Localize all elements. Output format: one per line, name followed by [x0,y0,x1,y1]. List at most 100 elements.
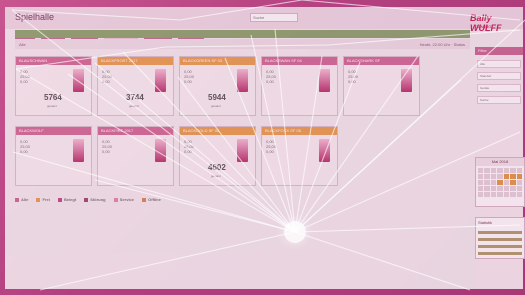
legend-item: Störung [84,197,106,202]
legend-label: Offline [148,197,161,202]
card-caption: gesamt [211,174,221,178]
calendar-day[interactable] [478,180,484,185]
legend-label: Störung [90,197,106,202]
calendar-day[interactable] [503,192,510,197]
device-card[interactable]: BLACKFIRE 2017 0,00 25,00 0,00 [97,126,174,186]
device-card[interactable]: BLAUSCHWAN 0,00 25,00 0,00 5764 gesamt [15,56,92,116]
tab-bar: Start Geräte Personal Buchhaltung Übersi… [15,30,470,46]
calendar-widget[interactable]: Mai 2018 [475,157,525,207]
stats-title: Statistik [478,220,493,225]
calendar-day[interactable] [478,186,484,191]
status-text: Heute, 22:00 Uhr · Status [419,42,465,47]
calendar-day[interactable] [478,168,484,173]
calendar-day[interactable] [497,186,503,191]
stats-panel: Statistik [475,217,525,259]
legend-item: Belegt [57,197,76,202]
calendar-day[interactable] [510,186,516,191]
legend-label: Service [119,197,134,202]
card-metrics: 0,00 25,00 0,00 [102,139,130,154]
legend-swatch [36,197,41,202]
calendar-day[interactable] [497,180,503,185]
metric-value: 0,00 [20,149,28,154]
card-title: BLAUSCHWAN [16,57,91,65]
calendar-day[interactable] [516,186,522,191]
calendar-day[interactable] [490,186,497,191]
calendar-day[interactable] [503,180,510,185]
calendar-day[interactable] [510,174,516,179]
metric-value: 0,00 [266,149,274,154]
search-input[interactable]: Suche [250,13,298,22]
device-card[interactable]: BLACKSHARK SF 0,00 25,00 0,00 [343,56,420,116]
card-caption: gesamt [129,104,139,108]
brand-title: Spielhalle [15,12,55,22]
card-metrics: 0,00 25,00 0,00 [20,139,48,154]
brand-logo-sub: GAMING [475,24,492,29]
legend-swatch [15,197,19,202]
calendar-days [476,166,524,199]
calendar-day[interactable] [484,186,490,191]
calendar-day[interactable] [478,174,484,179]
card-total: 5944 [208,93,226,102]
calendar-day[interactable] [490,180,497,185]
calendar-day[interactable] [503,174,510,179]
card-title: BLACKSWAN SF 04 [262,57,337,65]
calendar-day[interactable] [516,174,522,179]
calendar-day[interactable] [484,168,490,173]
legend-item: Frei [36,197,50,202]
filter-field[interactable]: Suche [477,96,521,104]
calendar-day[interactable] [497,168,503,173]
device-card[interactable]: BLACKFROST 2017 0,00 25,00 0,00 3744 ges… [97,56,174,116]
filter-field[interactable]: Geräte [477,84,521,92]
filter-field[interactable]: Alle [477,60,521,68]
calendar-day[interactable] [490,174,497,179]
card-caption: gesamt [47,104,57,108]
calendar-day[interactable] [516,168,522,173]
legend-item: Service [113,197,134,202]
filter-field[interactable]: Standort [477,72,521,80]
calendar-day[interactable] [484,180,490,185]
stat-bar [478,231,522,234]
machine-image [73,69,84,92]
card-total: 4602 [208,163,226,172]
card-title: BLACKFOXX SF 05 [262,127,337,135]
device-card[interactable]: BLACKFOXX SF 05 0,00 25,00 0,00 [261,126,338,186]
calendar-day[interactable] [490,168,497,173]
legend-item: Alle [15,197,28,202]
card-metrics: 0,00 25,00 0,00 [266,69,294,84]
legend-item: Offline [142,197,161,202]
metric-value: 0,00 [184,149,192,154]
machine-image [73,139,84,162]
calendar-day[interactable] [484,192,490,197]
calendar-day[interactable] [497,174,503,179]
device-card[interactable]: BLACKWOLF 0,00 25,00 0,00 [15,126,92,186]
calendar-day[interactable] [497,192,503,197]
legend-swatch [57,197,62,202]
calendar-day[interactable] [510,192,516,197]
status-legend: Alle Frei Belegt Störung Service Offline [15,197,470,205]
app-window: Spielhalle Suche Bally WULFF GAMING Star… [5,7,525,289]
calendar-day[interactable] [516,192,522,197]
calendar-day[interactable] [478,192,484,197]
device-card[interactable]: BLACKSWAN SF 04 0,00 25,00 0,00 [261,56,338,116]
card-metrics: 0,00 25,00 0,00 [266,139,294,154]
calendar-day[interactable] [510,180,516,185]
calendar-day[interactable] [516,180,522,185]
calendar-day[interactable] [503,168,510,173]
card-title: BLACKFROST 2017 [98,57,173,65]
device-card[interactable]: BLACKGOLD SF 02 0,00 25,00 0,00 4602 ges… [179,126,256,186]
calendar-day[interactable] [510,168,516,173]
card-title: BLACKGREEN SF 03 [180,57,255,65]
card-metrics: 0,00 25,00 0,00 [348,69,376,84]
legend-swatch [84,197,89,202]
calendar-day[interactable] [503,186,510,191]
card-metrics: 0,00 25,00 0,00 [20,69,48,84]
card-caption: gesamt [211,104,221,108]
filter-label: Alle [19,42,26,47]
device-card[interactable]: BLACKGREEN SF 03 0,00 25,00 0,00 5944 ge… [179,56,256,116]
metric-value: 0,00 [20,79,28,84]
card-metrics: 0,00 25,00 0,00 [184,69,212,84]
card-total: 5764 [44,93,62,102]
machine-image [401,69,412,92]
calendar-day[interactable] [484,174,490,179]
calendar-day[interactable] [490,192,497,197]
